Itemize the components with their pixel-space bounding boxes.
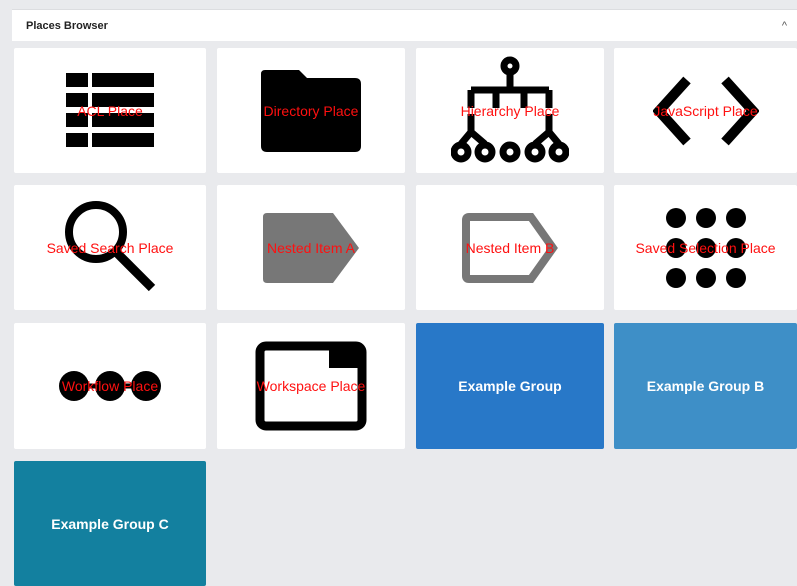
group-tile-example-group-c[interactable]: Example Group C [14,461,206,586]
place-tile-hierarchy[interactable]: Hierarchy Place [416,48,604,173]
tile-label: Hierarchy Place [460,102,560,119]
tile-label: Workflow Place [61,378,159,394]
place-tile-workflow[interactable]: Workflow Place [14,323,206,449]
tile-label: Workspace Place [256,378,366,394]
panel-title: Places Browser [26,19,108,32]
place-tile-directory[interactable]: Directory Place [217,48,405,173]
place-tile-nested-a[interactable]: Nested Item A [217,185,405,310]
group-tile-example-group[interactable]: Example Group [416,323,604,449]
tile-label: Example Group C [51,515,169,532]
tile-label: ACL Place [77,102,143,119]
place-tile-saved-selection[interactable]: Saved Selection Place [614,185,797,310]
place-tile-acl[interactable]: ACL Place [14,48,206,173]
tile-label: Saved Selection Place [635,239,776,256]
chevron-up-icon[interactable]: ^ [782,20,787,32]
tile-label: Example Group [458,378,562,394]
tile-label: JavaScript Place [653,102,758,119]
tile-label: Directory Place [263,102,359,119]
place-tile-javascript[interactable]: JavaScript Place [614,48,797,173]
places-browser-header: Places Browser ^ [12,9,797,41]
tile-label: Nested Item A [267,239,355,256]
tile-label: Nested Item B [465,239,555,256]
place-tile-nested-b[interactable]: Nested Item B [416,185,604,310]
group-tile-example-group-b[interactable]: Example Group B [614,323,797,449]
tile-label: Example Group B [646,378,765,394]
tile-label: Saved Search Place [46,239,174,256]
place-tile-saved-search[interactable]: Saved Search Place [14,185,206,310]
place-tile-workspace[interactable]: Workspace Place [217,323,405,449]
